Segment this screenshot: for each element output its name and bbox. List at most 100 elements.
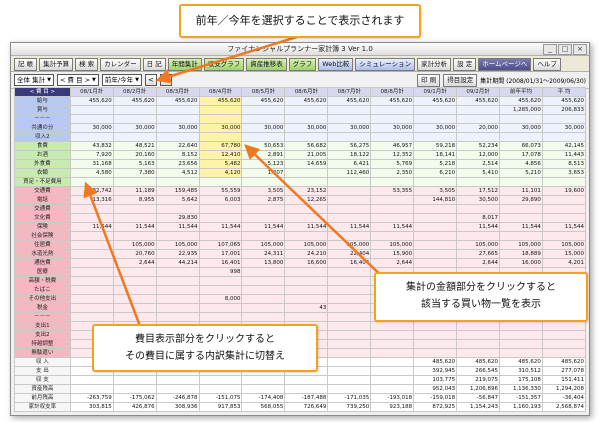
amount-cell[interactable]: 5,642 <box>155 195 200 205</box>
amount-cell[interactable]: 151,411 <box>541 375 587 385</box>
amount-cell[interactable] <box>284 231 329 241</box>
month-header[interactable]: 平 均 <box>541 87 587 97</box>
amount-cell[interactable] <box>69 294 114 304</box>
amount-cell[interactable] <box>541 177 587 187</box>
amount-cell[interactable] <box>413 330 458 340</box>
category-cell[interactable]: 税金 <box>14 303 71 313</box>
amount-cell[interactable]: 159,485 <box>155 186 200 196</box>
amount-cell[interactable] <box>413 132 458 142</box>
amount-cell[interactable]: 7,380 <box>112 168 157 178</box>
amount-cell[interactable]: 16,401 <box>198 258 243 268</box>
prev-button[interactable]: < <box>144 74 157 86</box>
amount-cell[interactable]: 8,017 <box>456 213 501 223</box>
amount-cell[interactable] <box>370 321 415 331</box>
amount-cell[interactable]: 11,544 <box>284 222 329 232</box>
amount-cell[interactable]: 24,311 <box>241 249 286 259</box>
amount-cell[interactable] <box>327 276 372 286</box>
amount-cell[interactable]: 15,900 <box>370 249 415 259</box>
category-cell[interactable]: 社会保険 <box>14 231 71 241</box>
amount-cell[interactable]: -151,075 <box>198 393 243 403</box>
amount-cell[interactable] <box>198 177 243 187</box>
amount-cell[interactable]: 22,404 <box>327 249 372 259</box>
amount-cell[interactable] <box>155 375 200 385</box>
amount-cell[interactable] <box>112 177 157 187</box>
amount-cell[interactable]: 1,294,208 <box>541 384 587 394</box>
amount-cell[interactable]: 11,544 <box>327 222 372 232</box>
amount-cell[interactable] <box>241 276 286 286</box>
amount-cell[interactable]: 455,620 <box>370 96 415 106</box>
amount-cell[interactable] <box>284 285 329 295</box>
amount-cell[interactable]: 13,316 <box>69 195 114 205</box>
amount-cell[interactable] <box>155 384 200 394</box>
amount-cell[interactable]: 30,000 <box>69 123 114 133</box>
month-header[interactable]: 08/8月計 <box>370 87 415 97</box>
amount-cell[interactable] <box>69 231 114 241</box>
amount-cell[interactable]: 12,352 <box>370 150 415 160</box>
amount-cell[interactable]: -187,488 <box>284 393 329 403</box>
amount-cell[interactable] <box>241 294 286 304</box>
amount-cell[interactable]: -263,759 <box>69 393 114 403</box>
amount-cell[interactable]: 42,145 <box>541 141 587 151</box>
amount-cell[interactable] <box>69 213 114 223</box>
amount-cell[interactable]: 105,000 <box>155 240 200 250</box>
amount-cell[interactable]: 30,000 <box>112 123 157 133</box>
category-cell[interactable]: 住居費 <box>14 240 71 250</box>
annual-summary-button[interactable]: 年間集計 <box>167 58 202 71</box>
amount-cell[interactable]: -151,357 <box>499 393 543 403</box>
amount-cell[interactable]: -56,847 <box>456 393 501 403</box>
amount-cell[interactable]: 20,000 <box>456 123 501 133</box>
amount-cell[interactable] <box>155 303 200 313</box>
amount-cell[interactable] <box>69 267 114 277</box>
category-cell[interactable]: たばこ <box>14 285 71 295</box>
category-cell[interactable]: 持越調整 <box>14 339 71 349</box>
print-button[interactable]: 印 刷 <box>417 73 441 87</box>
amount-cell[interactable]: 5,163 <box>112 159 157 169</box>
amount-cell[interactable] <box>541 231 587 241</box>
amount-cell[interactable] <box>541 339 587 349</box>
amount-cell[interactable]: 17,512 <box>456 186 501 196</box>
amount-cell[interactable] <box>499 321 543 331</box>
amount-cell[interactable]: 50,653 <box>241 141 286 151</box>
amount-cell[interactable]: 5,123 <box>241 159 286 169</box>
amount-cell[interactable]: 112,460 <box>327 168 372 178</box>
amount-cell[interactable] <box>413 213 458 223</box>
amount-cell[interactable]: 219,075 <box>456 375 501 385</box>
amount-cell[interactable] <box>198 213 243 223</box>
category-cell[interactable]: －－－ <box>14 114 71 124</box>
amount-cell[interactable]: 16,600 <box>284 258 329 268</box>
amount-cell[interactable] <box>112 384 157 394</box>
amount-cell[interactable] <box>327 321 372 331</box>
amount-cell[interactable] <box>370 204 415 214</box>
amount-cell[interactable] <box>155 132 200 142</box>
amount-cell[interactable] <box>112 267 157 277</box>
amount-cell[interactable]: 485,620 <box>541 357 587 367</box>
amount-cell[interactable] <box>327 285 372 295</box>
amount-cell[interactable] <box>370 330 415 340</box>
amount-cell[interactable]: 568,055 <box>241 402 286 412</box>
amount-cell[interactable]: 4,856 <box>499 159 543 169</box>
amount-cell[interactable] <box>198 204 243 214</box>
item-settings-button[interactable]: 得目設定 <box>443 73 478 87</box>
amount-cell[interactable]: 6,003 <box>198 195 243 205</box>
amount-cell[interactable]: 5,218 <box>413 159 458 169</box>
amount-cell[interactable]: 277,078 <box>541 366 587 376</box>
amount-cell[interactable]: -36,404 <box>541 393 587 403</box>
amount-cell[interactable]: 46,957 <box>370 141 415 151</box>
category-cell[interactable]: 収入2 <box>14 132 71 142</box>
amount-cell[interactable]: 15,000 <box>541 249 587 259</box>
amount-cell[interactable] <box>370 366 415 376</box>
amount-cell[interactable] <box>413 258 458 268</box>
amount-cell[interactable] <box>370 357 415 367</box>
amount-cell[interactable] <box>241 114 286 124</box>
next-button[interactable]: > <box>159 74 172 86</box>
amount-cell[interactable] <box>541 213 587 223</box>
month-header[interactable]: 08/7月計 <box>327 87 372 97</box>
amount-cell[interactable]: 30,500 <box>456 195 501 205</box>
amount-cell[interactable]: 67,780 <box>198 141 243 151</box>
amount-cell[interactable]: 18,141 <box>413 150 458 160</box>
amount-cell[interactable]: 455,620 <box>413 96 458 106</box>
category-cell[interactable]: 支 出 <box>14 366 71 376</box>
amount-cell[interactable]: 19,600 <box>541 186 587 196</box>
amount-cell[interactable]: 16,404 <box>327 258 372 268</box>
amount-cell[interactable]: 53,355 <box>370 186 415 196</box>
